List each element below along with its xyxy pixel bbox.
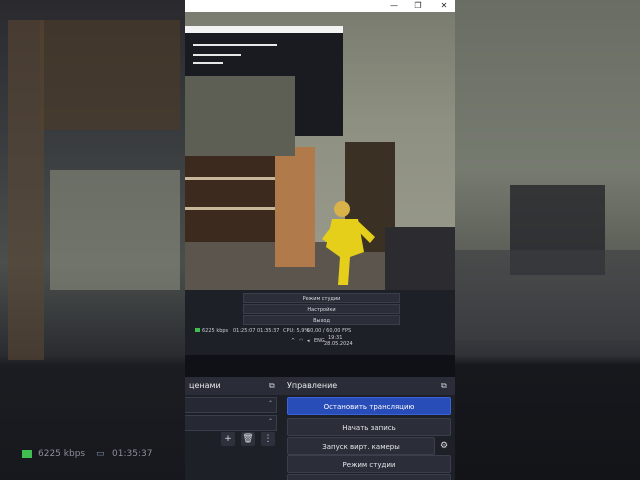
tray-date: 28.05.2024 xyxy=(324,341,353,347)
undock-icon[interactable]: ⧉ xyxy=(441,377,447,395)
wardrobe-blur xyxy=(8,20,44,360)
preview-canvas[interactable] xyxy=(185,12,455,290)
undock-icon[interactable]: ⧉ xyxy=(269,377,275,395)
background-blur-right xyxy=(455,0,640,480)
nested-line xyxy=(193,44,277,46)
scenes-dock-title: ценами xyxy=(189,381,221,390)
mini-exit-button[interactable]: Выход xyxy=(243,315,400,325)
shelf xyxy=(185,177,275,180)
wall-blur xyxy=(50,170,180,290)
signal-icon xyxy=(22,450,32,458)
nested-titlebar xyxy=(185,26,343,33)
delete-scene-button[interactable]: 🗑 xyxy=(241,432,255,446)
wardrobe xyxy=(275,147,315,267)
spinner-icon[interactable]: ⌃ xyxy=(268,418,273,425)
controls-dock: Управление ⧉ Остановить трансляцию Начат… xyxy=(283,377,455,480)
scene-combo-2[interactable]: ⌃ xyxy=(185,415,277,431)
mini-time1: 01:25:07 xyxy=(233,328,256,334)
mini-studio-mode-button[interactable]: Режим студии xyxy=(243,293,400,303)
mini-settings-button[interactable]: Настройки xyxy=(243,304,400,314)
ghost-bitrate: 6225 kbps xyxy=(38,449,86,459)
maximize-button[interactable]: ❐ xyxy=(409,0,427,12)
mini-status-bar: 6225 kbps 01:25:07 01:35:37 CPU: 5,9% 60… xyxy=(185,326,455,336)
dock-separator xyxy=(185,355,455,377)
clutter-blur xyxy=(455,250,640,340)
obs-window: — ❐ ✕ Режим студии Настройки Выход 6225 … xyxy=(185,0,455,480)
nested-preview xyxy=(185,26,343,156)
nested-shot xyxy=(185,76,295,156)
tray-arrow-icon[interactable]: ^ xyxy=(291,338,295,344)
start-record-button[interactable]: Начать запись xyxy=(287,418,451,436)
spinner-icon[interactable]: ⌃ xyxy=(268,400,273,407)
mini-cpu: CPU: 5,9% xyxy=(283,328,310,334)
mini-fps: 60,00 / 60,00 FPS xyxy=(307,328,352,334)
volume-icon[interactable]: ◂ xyxy=(307,338,310,344)
studio-mode-button[interactable]: Режим студии xyxy=(287,455,451,473)
add-scene-button[interactable]: + xyxy=(221,432,235,446)
bed-clutter xyxy=(385,227,455,290)
person-figure xyxy=(322,201,375,285)
stop-stream-button[interactable]: Остановить трансляцию xyxy=(287,397,451,415)
mini-time2: 01:35:37 xyxy=(257,328,280,334)
minimize-button[interactable]: — xyxy=(385,0,403,12)
background-blur-left xyxy=(0,0,185,480)
controls-dock-header: Управление ⧉ xyxy=(283,377,455,395)
close-button[interactable]: ✕ xyxy=(435,0,453,12)
nested-line xyxy=(193,54,241,56)
nested-line xyxy=(193,62,223,64)
wifi-icon[interactable]: ◠ xyxy=(299,338,303,344)
scenes-dock-header: ценами ⧉ xyxy=(185,377,283,395)
title-bar: — ❐ ✕ xyxy=(185,0,455,12)
ghost-status-bar: 6225 kbps ▭ 01:35:37 xyxy=(0,440,185,470)
system-tray: ^ ◠ ◂ ENG 19:31 28.05.2024 xyxy=(185,335,455,348)
stream-icon: ▭ xyxy=(96,449,105,459)
shelf xyxy=(185,207,275,210)
scenes-dock: ценами ⧉ ⌃ ⌃ + 🗑 ⋮ xyxy=(185,377,283,480)
ghost-time: 01:35:37 xyxy=(112,449,153,459)
virtual-cam-button[interactable]: Запуск вирт. камеры xyxy=(287,437,435,455)
more-options-button[interactable]: ⋮ xyxy=(261,432,275,446)
settings-button-partial[interactable] xyxy=(287,474,451,480)
mini-bitrate: 6225 kbps xyxy=(202,328,229,334)
controls-dock-title: Управление xyxy=(287,381,338,390)
signal-icon xyxy=(195,328,200,332)
shelf-blur xyxy=(40,20,180,130)
gear-icon[interactable]: ⚙ xyxy=(437,439,451,453)
scene-combo-1[interactable]: ⌃ xyxy=(185,397,277,413)
